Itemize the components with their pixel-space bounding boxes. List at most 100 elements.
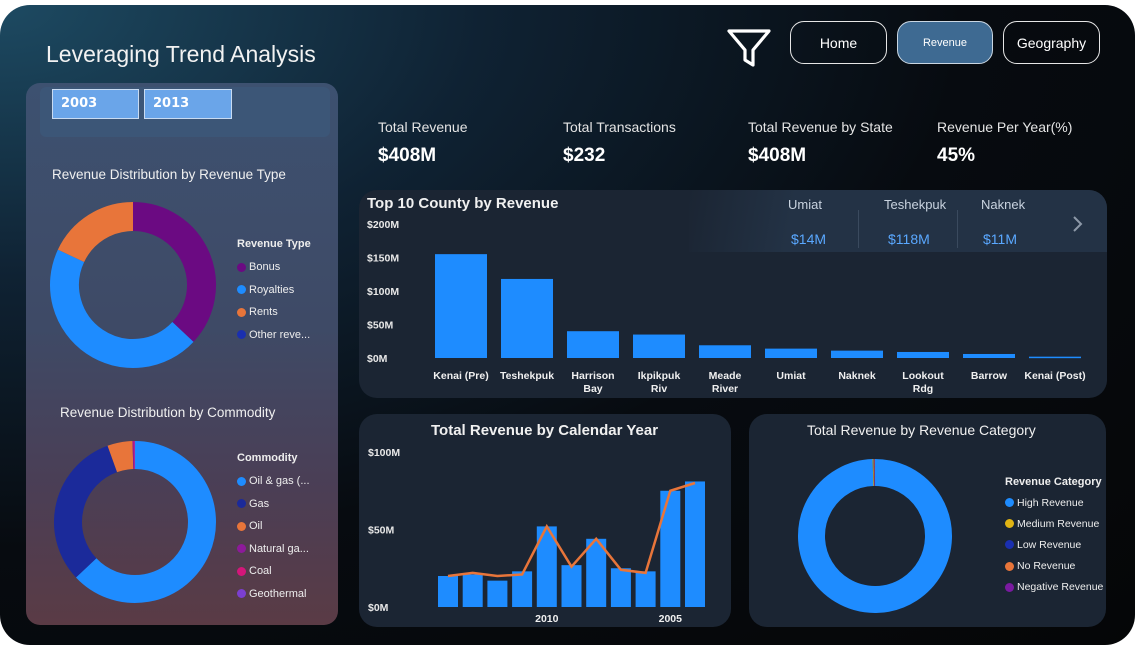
legend-title: Revenue Type [237, 238, 311, 250]
y-tick-label: $200M [367, 219, 399, 231]
bar[interactable] [438, 576, 458, 607]
donut-slice[interactable] [50, 249, 194, 368]
bar[interactable] [660, 490, 681, 607]
legend-label: High Revenue [1017, 496, 1084, 509]
donut-slice[interactable] [132, 202, 216, 342]
legend-item[interactable]: Oil & gas (... [237, 470, 310, 493]
legend-label: No Revenue [1017, 560, 1076, 573]
legend-item[interactable]: Other reve... [237, 324, 311, 347]
legend-title: Revenue Category [1005, 476, 1102, 488]
commodity-title: Revenue Distribution by Commodity [60, 405, 276, 420]
bar[interactable] [633, 334, 685, 358]
bar[interactable] [635, 571, 656, 607]
legend-item[interactable]: Negative Revenue [1005, 577, 1103, 598]
x-tick-label: Umiat [776, 370, 806, 382]
trend-line[interactable] [447, 481, 696, 578]
bar[interactable] [487, 580, 508, 607]
revenue-category-title: Total Revenue by Revenue Category [807, 422, 1036, 438]
legend-item[interactable]: High Revenue [1005, 492, 1103, 513]
legend-item[interactable]: Geothermal [237, 583, 310, 606]
bar[interactable] [699, 345, 751, 358]
bar[interactable] [897, 351, 949, 358]
x-tick-label: Barrow [971, 370, 1008, 382]
revenue-category-donut [798, 459, 952, 613]
legend-item[interactable]: Bonus [237, 256, 311, 279]
revenue-type-legend: Revenue Type Bonus Royalties Rents Other… [237, 238, 311, 346]
legend-item[interactable]: Medium Revenue [1005, 513, 1103, 534]
legend-dot [237, 589, 246, 599]
bar[interactable] [685, 481, 705, 607]
y-tick-label: $50M [368, 525, 395, 537]
donut-slice[interactable] [798, 459, 952, 613]
x-tick-label: Bay [583, 383, 602, 395]
legend-item[interactable]: Oil [237, 515, 310, 538]
legend-dot [1005, 561, 1014, 571]
bar[interactable] [512, 571, 533, 607]
legend-dot [1005, 498, 1014, 508]
legend-label: Gas [249, 497, 270, 510]
bar[interactable] [610, 568, 631, 607]
legend-label: Geothermal [249, 587, 307, 600]
donut-slice[interactable] [54, 445, 118, 578]
x-tick-label: 2005 [659, 613, 683, 625]
nav-revenue-button[interactable]: Revenue [897, 21, 993, 64]
slicer-end-year[interactable]: 2013 [144, 89, 232, 119]
revenue-category-card: Total Revenue by Revenue Category Revenu… [749, 414, 1106, 627]
legend-dot [237, 285, 246, 295]
y-tick-label: $150M [367, 253, 399, 265]
legend-label: Medium Revenue [1017, 517, 1100, 530]
top-county-card: Top 10 County by Revenue Umiat $14M Tesh… [359, 190, 1107, 398]
y-tick-label: $100M [367, 286, 399, 298]
x-tick-label: Harrison [571, 370, 614, 382]
x-tick-label: Ikpikpuk [638, 370, 681, 382]
slicer-start-year[interactable]: 2003 [52, 89, 139, 119]
legend-item[interactable]: Gas [237, 493, 310, 516]
legend-dot [237, 476, 246, 486]
kpi-value: $408M [748, 145, 807, 166]
commodity-donut [54, 440, 216, 603]
legend-item[interactable]: Low Revenue [1005, 534, 1103, 555]
page-title: Leveraging Trend Analysis [46, 41, 316, 67]
legend-item[interactable]: Royalties [237, 279, 311, 302]
legend-dot [237, 521, 246, 531]
revenue-category-legend: Revenue Category High Revenue Medium Rev… [1005, 476, 1103, 598]
x-tick-label: Kenai (Pre) [433, 370, 488, 382]
bar[interactable] [963, 353, 1015, 358]
bar[interactable] [561, 565, 582, 607]
legend-item[interactable]: Rents [237, 301, 311, 324]
x-tick-label: Meade [709, 370, 742, 382]
filter-icon[interactable] [726, 25, 772, 71]
bar[interactable] [501, 278, 553, 358]
kpi-value: $232 [563, 145, 606, 166]
kpi-label: Total Transactions [563, 119, 676, 135]
legend-item[interactable]: No Revenue [1005, 556, 1103, 577]
legend-dot [1005, 519, 1014, 529]
x-tick-label: Naknek [838, 370, 876, 382]
kpi-label: Total Revenue [378, 119, 468, 135]
year-slicer: 2003 2013 [40, 87, 330, 137]
legend-item[interactable]: Natural ga... [237, 538, 310, 561]
revenue-type-donut [50, 202, 216, 368]
x-tick-label: River [712, 383, 738, 395]
bar[interactable] [435, 254, 487, 358]
donut-slice[interactable] [57, 202, 134, 263]
bar[interactable] [462, 574, 483, 607]
y-tick-label: $0M [368, 602, 389, 614]
dashboard-frame: Leveraging Trend Analysis Home Revenue G… [0, 5, 1135, 645]
bar[interactable] [567, 331, 619, 358]
nav-geography-button[interactable]: Geography [1003, 21, 1100, 64]
bar[interactable] [765, 348, 817, 358]
legend-label: Low Revenue [1017, 538, 1082, 551]
legend-label: Coal [249, 565, 272, 578]
x-tick-label: Kenai (Post) [1024, 370, 1085, 382]
legend-dot [1005, 540, 1014, 550]
nav-home-button[interactable]: Home [790, 21, 887, 64]
legend-item[interactable]: Coal [237, 560, 310, 583]
x-tick-label: Lookout [902, 370, 944, 382]
donut-slice[interactable] [107, 441, 134, 473]
x-tick-label: Teshekpuk [500, 370, 554, 382]
calendar-year-card: Total Revenue by Calendar Year $0M $50M $1… [359, 414, 731, 627]
bar[interactable] [831, 350, 883, 358]
bar[interactable] [1029, 356, 1081, 359]
left-panel: 2003 2013 Revenue Distribution by Revenu… [26, 83, 338, 625]
